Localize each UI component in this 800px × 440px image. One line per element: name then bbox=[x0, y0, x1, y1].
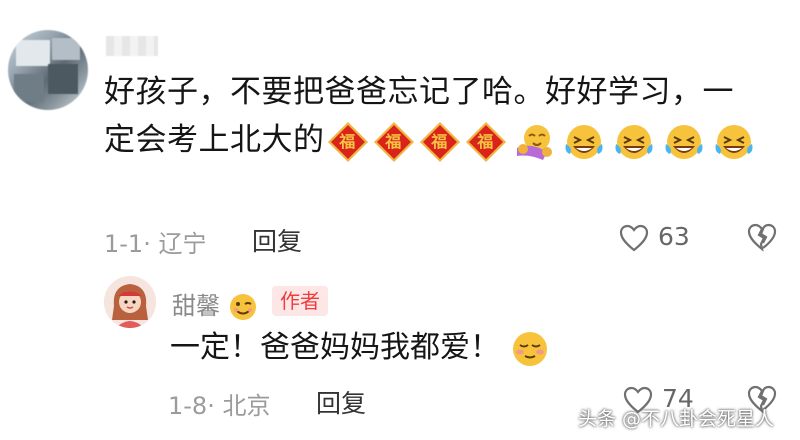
author-avatar[interactable] bbox=[104, 276, 156, 328]
fu-emoji-icon: 福 bbox=[327, 121, 368, 162]
laugh-cry-emoji-icon bbox=[665, 124, 702, 159]
wink-emoji-icon bbox=[229, 294, 256, 320]
fu-emoji-icon: 福 bbox=[373, 121, 414, 162]
dislike-button[interactable] bbox=[746, 222, 778, 256]
reply-text-content: 一定！爸爸妈妈我都爱！ bbox=[170, 330, 500, 365]
like-count: 63 bbox=[657, 222, 690, 251]
fu-emoji-icon: 福 bbox=[465, 121, 506, 162]
watermark: 头条 @不八卦会死星人 bbox=[578, 408, 775, 430]
like-button[interactable]: 63 bbox=[618, 222, 690, 253]
commenter-avatar[interactable] bbox=[8, 30, 88, 110]
emoji-row: 福福福福 bbox=[325, 121, 759, 162]
author-name[interactable]: 甜馨 bbox=[172, 286, 258, 322]
reply-button[interactable]: 回复 bbox=[252, 222, 302, 258]
fu-emoji-icon: 福 bbox=[419, 121, 460, 162]
girl-avatar-icon bbox=[104, 276, 156, 328]
laugh-cry-emoji-icon bbox=[715, 124, 752, 159]
author-badge: 作者 bbox=[272, 286, 328, 316]
reply-date-location: 1-8· 北京 bbox=[168, 392, 271, 420]
reply-button[interactable]: 回复 bbox=[316, 384, 366, 420]
broken-heart-icon bbox=[747, 223, 777, 252]
laugh-cry-emoji-icon bbox=[615, 124, 652, 159]
author-name-text: 甜馨 bbox=[172, 292, 220, 320]
comment-date-location: 1-1· 辽宁 bbox=[104, 230, 207, 258]
comment-text: 好孩子，不要把爸爸忘记了哈。好好学习，一定会考上北大的福福福福 bbox=[104, 68, 764, 164]
laugh-cry-emoji-icon bbox=[565, 124, 602, 159]
reply-text: 一定！爸爸妈妈我都爱！ bbox=[170, 326, 550, 370]
hug-emoji-icon bbox=[516, 124, 552, 160]
commenter-name-blurred[interactable] bbox=[106, 36, 158, 56]
shy-emoji-icon bbox=[512, 331, 547, 366]
heart-icon bbox=[619, 224, 649, 252]
